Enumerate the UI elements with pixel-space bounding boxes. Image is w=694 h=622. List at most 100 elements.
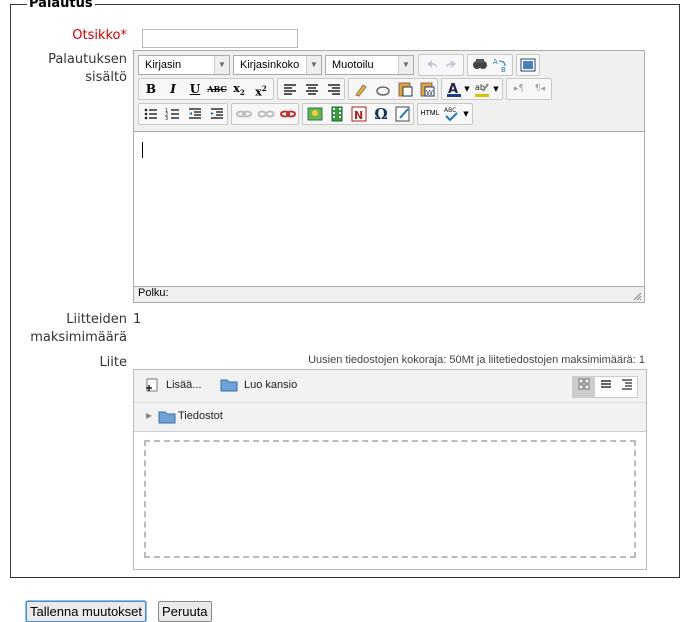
- clipboard-group: W: [348, 78, 438, 100]
- chevron-down-icon[interactable]: ▼: [492, 79, 500, 99]
- font-size-select[interactable]: Kirjasinkoko ▼: [233, 55, 322, 75]
- rich-text-editor: Kirjasin ▼ Kirjasinkoko ▼ Muotoilu ▼ AB: [133, 50, 645, 303]
- redo-icon[interactable]: [442, 55, 462, 75]
- editor-path: Polku:: [138, 287, 169, 299]
- color-group: A ▼ ab ▼: [441, 78, 503, 100]
- nolink-icon[interactable]: [278, 104, 298, 124]
- align-right-icon[interactable]: [324, 79, 344, 99]
- svg-text:B: B: [501, 66, 506, 74]
- subscript-icon[interactable]: x2: [229, 79, 249, 99]
- title-label-text: Otsikko: [72, 28, 121, 43]
- special-char-icon[interactable]: Ω: [371, 104, 391, 124]
- nolink-text-icon[interactable]: N: [349, 104, 369, 124]
- max-attachments-value: 1: [133, 312, 142, 327]
- max-attachments-label-line2: maksimimäärä: [30, 330, 127, 345]
- find-icon[interactable]: [470, 55, 490, 75]
- undo-redo-group: [418, 54, 464, 76]
- format-value: Muotoilu: [332, 59, 374, 71]
- eraser-icon[interactable]: [373, 79, 393, 99]
- strikethrough-icon[interactable]: ABC: [207, 79, 227, 99]
- fieldset-legend: Palautus: [27, 0, 95, 11]
- format-select[interactable]: Muotoilu ▼: [325, 55, 414, 75]
- align-group: [277, 78, 345, 100]
- attachment-label: Liite: [99, 355, 127, 370]
- icon-view-icon[interactable]: [573, 377, 595, 397]
- paste-word-icon[interactable]: W: [417, 79, 437, 99]
- folder-add-icon[interactable]: [220, 377, 238, 397]
- editor-content-area[interactable]: [134, 131, 644, 287]
- chevron-down-icon[interactable]: ▼: [461, 104, 471, 124]
- align-center-icon[interactable]: [302, 79, 322, 99]
- link-icon[interactable]: [234, 104, 254, 124]
- chevron-right-icon[interactable]: ▶: [146, 411, 152, 420]
- text-caret: [142, 142, 143, 158]
- title-label: Otsikko*: [19, 27, 127, 45]
- chevron-down-icon: ▼: [306, 56, 321, 74]
- resize-handle-icon[interactable]: [632, 290, 642, 301]
- add-file-button[interactable]: Lisää...: [166, 379, 201, 391]
- title-input[interactable]: [142, 29, 298, 48]
- cleanup-brush-icon[interactable]: [351, 79, 371, 99]
- files-folder-link[interactable]: Tiedostot: [178, 410, 223, 422]
- insert-group: N Ω: [302, 103, 414, 125]
- fullscreen-icon[interactable]: [518, 55, 538, 75]
- text-style-group: B I U ABC x2 x2: [138, 78, 274, 100]
- svg-text:A: A: [493, 58, 498, 66]
- highlight-color-icon[interactable]: ab: [472, 79, 492, 99]
- tree-view-icon[interactable]: [616, 377, 638, 397]
- chevron-down-icon: ▼: [214, 56, 229, 74]
- svg-text:ABC: ABC: [444, 107, 456, 114]
- chevron-down-icon[interactable]: ▼: [463, 79, 471, 99]
- edit-html-icon[interactable]: [393, 104, 413, 124]
- chevron-down-icon: ▼: [398, 56, 413, 74]
- svg-text:3: 3: [165, 116, 168, 122]
- rtl-icon[interactable]: ¶◂: [530, 79, 550, 99]
- bullet-list-icon[interactable]: [141, 104, 161, 124]
- required-mark: *: [120, 28, 128, 43]
- superscript-icon[interactable]: x2: [251, 79, 271, 99]
- svg-text:N: N: [354, 109, 363, 122]
- content-label: Palautuksen sisältö: [19, 51, 127, 87]
- unlink-icon[interactable]: [256, 104, 276, 124]
- view-switcher: [572, 376, 638, 398]
- font-family-value: Kirjasin: [145, 59, 182, 71]
- numbered-list-icon[interactable]: 123: [163, 104, 183, 124]
- text-color-icon[interactable]: A: [444, 79, 464, 99]
- outdent-icon[interactable]: [185, 104, 205, 124]
- list-group: 123: [138, 103, 228, 125]
- file-picker-toolbar: Lisää... Luo kansio: [134, 370, 646, 403]
- underline-icon[interactable]: U: [185, 79, 205, 99]
- indent-icon[interactable]: [207, 104, 227, 124]
- add-file-icon[interactable]: [144, 377, 160, 397]
- link-group: [231, 103, 299, 125]
- html-source-icon[interactable]: HTML: [420, 104, 440, 124]
- search-group: AB: [467, 54, 513, 76]
- media-icon[interactable]: [327, 104, 347, 124]
- align-left-icon[interactable]: [280, 79, 300, 99]
- font-family-select[interactable]: Kirjasin ▼: [138, 55, 230, 75]
- cancel-button[interactable]: Peruuta: [158, 601, 212, 622]
- html-spell-group: HTML ABC ▼: [417, 103, 473, 125]
- create-folder-button[interactable]: Luo kansio: [244, 379, 297, 391]
- file-drop-zone[interactable]: [144, 440, 636, 558]
- paste-text-icon[interactable]: [395, 79, 415, 99]
- undo-icon[interactable]: [421, 55, 441, 75]
- fullscreen-group: [516, 54, 540, 76]
- font-size-value: Kirjasinkoko: [240, 59, 300, 71]
- bold-icon[interactable]: B: [141, 79, 161, 99]
- save-button[interactable]: Tallenna muutokset: [26, 601, 147, 622]
- max-attachments-label-line1: Liitteiden: [66, 312, 127, 327]
- max-attachments-label: Liitteiden maksimimäärä: [19, 311, 127, 347]
- content-label-line1: Palautuksen: [48, 52, 127, 67]
- ltr-icon[interactable]: ▸¶: [509, 79, 529, 99]
- direction-group: ▸¶ ¶◂: [506, 78, 552, 100]
- upload-quota-text: Uusien tiedostojen kokoraja: 50Mt ja lii…: [308, 354, 645, 366]
- folder-icon: [158, 409, 176, 429]
- spellcheck-icon[interactable]: ABC: [441, 104, 461, 124]
- content-label-line2: sisältö: [85, 70, 127, 85]
- file-picker: Lisää... Luo kansio ▶ Tiedostot: [133, 369, 647, 570]
- image-icon[interactable]: [305, 104, 325, 124]
- italic-icon[interactable]: I: [163, 79, 183, 99]
- list-view-icon[interactable]: [595, 377, 617, 397]
- replace-icon[interactable]: AB: [491, 55, 511, 75]
